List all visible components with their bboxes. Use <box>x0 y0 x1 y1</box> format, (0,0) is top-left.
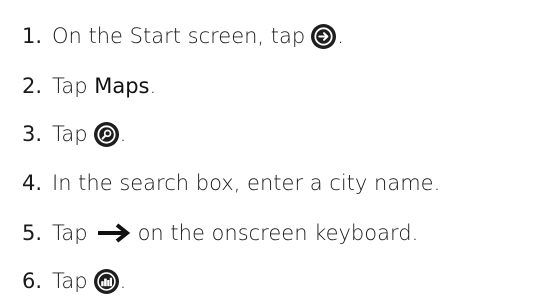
arrow-right-circle-icon <box>311 23 337 49</box>
step-text: Tap <box>52 121 88 146</box>
step-number: 2. <box>21 73 42 98</box>
step-suffix: . <box>119 121 127 146</box>
step-suffix: . <box>337 23 344 48</box>
step-1: 1. On the Start screen, tap . <box>0 14 344 58</box>
step-number: 1. <box>21 23 42 48</box>
step-2: 2. Tap Maps . <box>0 64 156 108</box>
right-arrow-icon <box>96 222 132 244</box>
step-number: 3. <box>21 121 42 146</box>
step-text: Tap <box>52 268 88 293</box>
city-circle-icon <box>93 268 119 294</box>
step-number: 5. <box>21 220 42 245</box>
step-number: 6. <box>21 268 42 293</box>
step-4: 4. In the search box, enter a city name. <box>0 161 440 205</box>
step-suffix: on the onscreen keyboard. <box>137 220 419 245</box>
app-name-maps: Maps <box>94 73 150 98</box>
step-suffix: . <box>149 73 157 98</box>
step-5: 5. Tap on the onscreen keyboard. <box>0 211 418 255</box>
step-text: Tap <box>52 220 88 245</box>
step-6: 6. Tap . <box>0 259 126 303</box>
step-suffix: . <box>119 268 127 293</box>
step-3: 3. Tap . <box>0 112 126 156</box>
step-text: In the search box, enter a city name. <box>52 170 441 195</box>
step-text: On the Start screen, tap <box>52 23 306 48</box>
search-circle-icon <box>93 121 119 147</box>
step-text: Tap <box>52 73 95 98</box>
instruction-steps: 1. On the Start screen, tap . 2. Tap Map… <box>0 0 537 307</box>
step-number: 4. <box>21 170 42 195</box>
